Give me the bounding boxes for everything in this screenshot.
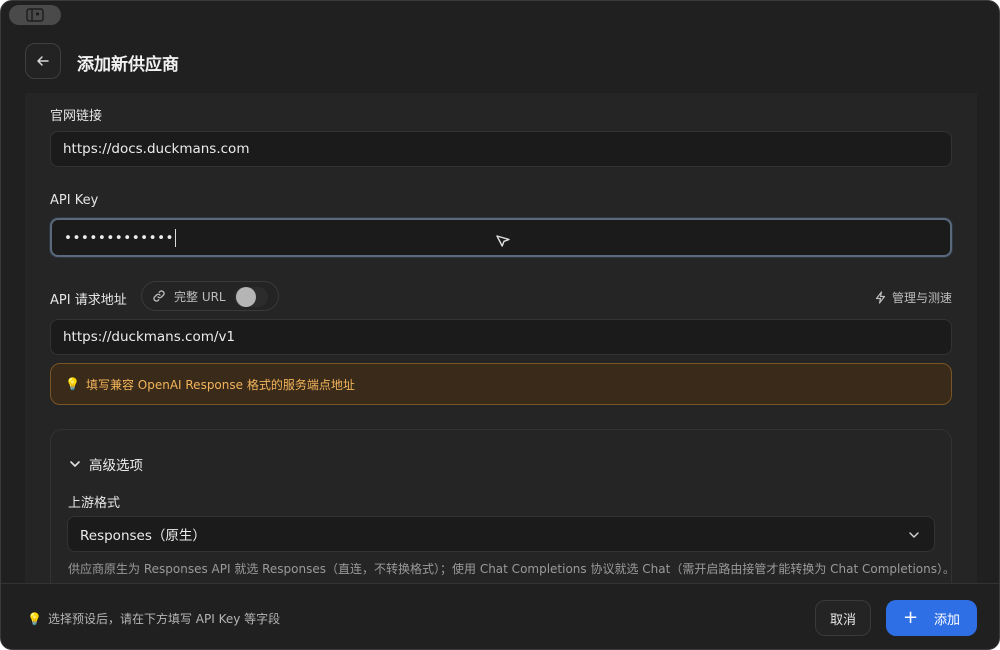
footer-hint-text: 选择预设后，请在下方填写 API Key 等字段 <box>47 612 281 626</box>
api-key-value: ••••••••••••• <box>64 229 175 246</box>
cancel-button[interactable]: 取消 <box>815 600 871 636</box>
chevron-down-icon <box>70 461 80 467</box>
mouse-cursor-icon <box>496 235 510 247</box>
endpoint-input[interactable]: https://duckmans.com/v1 <box>50 319 952 355</box>
arrow-left-icon <box>37 56 49 66</box>
upstream-format-label: 上游格式 <box>68 496 121 511</box>
window-tab-pill[interactable] <box>9 5 61 25</box>
lightbulb-icon: 💡 <box>65 377 80 391</box>
add-button-label: 添加 <box>934 612 961 628</box>
website-label: 官网链接 <box>50 109 103 124</box>
header: 添加新供应商 <box>1 29 999 93</box>
manage-speedtest-label: 管理与测速 <box>891 291 952 305</box>
chevron-down-icon <box>909 532 919 538</box>
website-value: https://docs.duckmans.com <box>63 141 250 157</box>
website-input[interactable]: https://docs.duckmans.com <box>50 131 952 167</box>
back-button[interactable] <box>25 43 61 79</box>
upstream-format-select[interactable]: Responses（原生） <box>67 516 935 552</box>
switch-knob <box>236 287 256 307</box>
provider-window: 添加新供应商 官网链接 https://docs.duckmans.com AP… <box>0 0 1000 650</box>
footer: 💡 选择预设后，请在下方填写 API Key 等字段 取消 + 添加 <box>1 583 999 649</box>
advanced-options-panel: 高级选项 上游格式 Responses（原生） 供应商原生为 Responses… <box>50 429 955 583</box>
add-button[interactable]: + 添加 <box>886 600 977 636</box>
sidebar-toggle-icon <box>26 8 44 22</box>
api-key-label: API Key <box>50 193 99 208</box>
full-url-switch[interactable] <box>234 287 268 307</box>
full-url-toggle[interactable]: 完整 URL <box>141 281 279 311</box>
endpoint-hint-text: 填写兼容 OpenAI Response 格式的服务端点地址 <box>85 377 355 392</box>
footer-hint: 💡 选择预设后，请在下方填写 API Key 等字段 <box>27 610 280 627</box>
upstream-format-value: Responses（原生） <box>80 528 206 544</box>
upstream-format-description: 供应商原生为 Responses API 就选 Responses（直连，不转换… <box>68 562 955 576</box>
lightbulb-icon: 💡 <box>27 611 42 626</box>
link-icon <box>153 290 165 302</box>
form-content: 官网链接 https://docs.duckmans.com API Key •… <box>25 93 977 583</box>
endpoint-label: API 请求地址 <box>50 293 127 308</box>
advanced-options-toggle[interactable]: 高级选项 <box>69 454 143 474</box>
full-url-label: 完整 URL <box>174 289 226 304</box>
text-caret <box>175 228 177 247</box>
advanced-options-title: 高级选项 <box>89 458 143 474</box>
endpoint-hint-banner: 💡 填写兼容 OpenAI Response 格式的服务端点地址 <box>50 363 952 405</box>
manage-speedtest-link[interactable]: 管理与测速 <box>874 289 952 306</box>
lightning-icon <box>875 291 886 304</box>
endpoint-value: https://duckmans.com/v1 <box>63 329 236 345</box>
page-title: 添加新供应商 <box>77 55 179 75</box>
plus-icon: + <box>902 607 919 628</box>
